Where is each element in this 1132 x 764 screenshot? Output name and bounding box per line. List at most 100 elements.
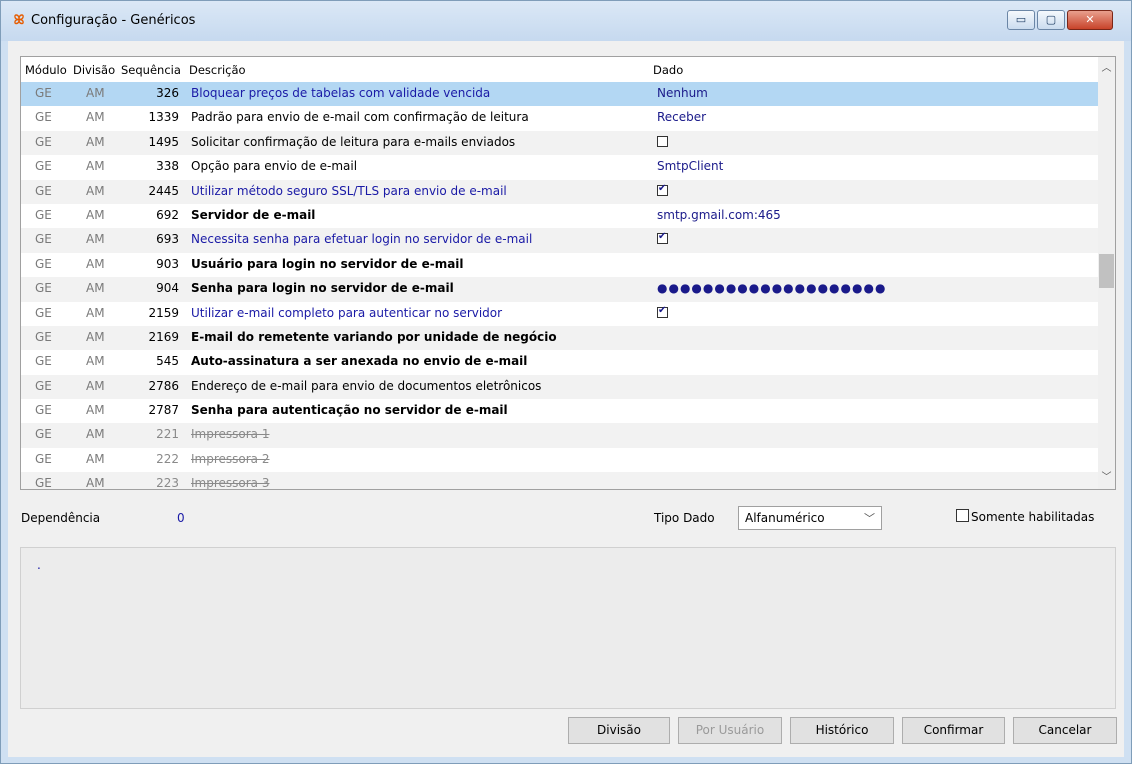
checked-checkbox-icon[interactable] [657,305,668,318]
minimize-button[interactable]: ▭ [1007,10,1035,30]
historico-button[interactable]: Histórico [790,717,894,744]
cell-descricao: Auto-assinatura a ser anexada no envio d… [191,354,528,369]
scroll-down-icon[interactable]: ﹀ [1098,469,1115,486]
app-icon: ꕤ [13,13,25,28]
memo-text: . [37,558,41,572]
cell-modulo: GE [35,232,52,247]
cell-sequencia: 693 [156,232,179,247]
cell-sequencia: 545 [156,354,179,369]
scroll-up-icon[interactable]: ︿ [1098,60,1115,77]
cell-sequencia: 1339 [148,110,179,125]
cell-descricao: Impressora 3 [191,476,270,490]
scroll-thumb[interactable] [1099,254,1114,288]
dependencia-label: Dependência [21,511,101,525]
header-divisao[interactable]: Divisão [73,63,115,77]
cell-divisao: AM [86,110,105,125]
cell-modulo: GE [35,451,52,466]
cell-sequencia: 1495 [148,134,179,149]
table-row[interactable]: GE AM 2787 Senha para autenticação no se… [21,399,1098,423]
checked-checkbox-icon[interactable] [657,183,668,196]
chevron-down-icon: ﹀ [864,512,875,525]
cell-modulo: GE [35,183,52,198]
cell-dado-checkbox[interactable] [657,231,668,246]
config-grid: Módulo Divisão Sequência Descrição Dado … [20,56,1116,490]
cell-dado[interactable]: smtp.gmail.com:465 [657,208,781,222]
cell-modulo: GE [35,329,52,344]
header-modulo[interactable]: Módulo [25,63,67,77]
cell-modulo: GE [35,354,52,369]
checked-checkbox-icon[interactable] [657,231,668,245]
table-row[interactable]: GE AM 338 Opção para envio de e-mail Smt… [21,155,1098,179]
cell-modulo: GE [35,134,52,149]
cell-sequencia: 2445 [148,183,179,198]
unchecked-checkbox-icon[interactable] [657,135,668,147]
cell-divisao: AM [86,232,105,247]
cell-divisao: AM [86,427,105,442]
somente-habilitadas-checkbox[interactable] [956,509,969,522]
close-button[interactable]: ✕ [1067,10,1113,30]
cell-modulo: GE [35,110,52,125]
table-row[interactable]: GE AM 904 Senha para login no servidor d… [21,277,1098,302]
cell-divisao: AM [86,256,105,271]
table-row[interactable]: GE AM 2786 Endereço de e-mail para envio… [21,374,1098,400]
grid-rows: GE AM 326 Bloquear preços de tabelas com… [21,82,1098,490]
cell-divisao: AM [86,329,105,344]
confirmar-button[interactable]: Confirmar [902,717,1005,744]
tipo-dado-label: Tipo Dado [654,511,715,525]
somente-habilitadas-label[interactable]: Somente habilitadas [971,510,1094,524]
cell-dado-checkbox[interactable] [657,305,668,320]
table-row[interactable]: GE AM 221 Impressora 1 [21,423,1098,448]
table-row[interactable]: GE AM 326 Bloquear preços de tabelas com… [21,82,1098,107]
cell-descricao: Senha para autenticação no servidor de e… [191,403,508,418]
table-row[interactable]: GE AM 2169 E-mail do remetente variando … [21,325,1098,351]
tipo-dado-select[interactable]: Alfanumérico ﹀ [738,506,882,530]
table-row[interactable]: GE AM 692 Servidor de e-mail smtp.gmail.… [21,204,1098,228]
table-row[interactable]: GE AM 1339 Padrão para envio de e-mail c… [21,106,1098,130]
cell-sequencia: 338 [156,159,179,174]
table-row[interactable]: GE AM 2445 Utilizar método seguro SSL/TL… [21,179,1098,204]
tipo-dado-value: Alfanumérico [745,511,825,525]
cell-divisao: AM [86,476,105,490]
cell-divisao: AM [86,354,105,369]
cell-descricao: Opção para envio de e-mail [191,159,358,174]
cell-dado-checkbox[interactable] [657,183,668,198]
cell-descricao: Necessita senha para efetuar login no se… [191,232,533,247]
maximize-button[interactable]: ▢ [1037,10,1065,30]
cell-modulo: GE [35,427,52,442]
cell-descricao: Utilizar método seguro SSL/TLS para envi… [191,183,507,198]
dependencia-value: 0 [177,511,185,525]
table-row[interactable]: GE AM 2159 Utilizar e-mail completo para… [21,302,1098,326]
table-row[interactable]: GE AM 1495 Solicitar confirmação de leit… [21,130,1098,156]
cell-dado-password[interactable]: ●●●●●●●●●●●●●●●●●●●● [657,281,886,295]
por-usuario-button[interactable]: Por Usuário [678,717,782,744]
cell-dado-checkbox[interactable] [657,135,668,149]
table-row[interactable]: GE AM 222 Impressora 2 [21,448,1098,472]
divisao-button[interactable]: Divisão [568,717,670,744]
table-row[interactable]: GE AM 693 Necessita senha para efetuar l… [21,228,1098,253]
cell-descricao: Bloquear preços de tabelas com validade … [191,86,491,100]
cell-sequencia: 2169 [148,329,179,344]
cell-modulo: GE [35,256,52,271]
cell-dado[interactable]: Nenhum [657,86,708,100]
table-row[interactable]: GE AM 223 Impressora 3 [21,472,1098,490]
config-window: ꕤ Configuração - Genéricos ▭ ▢ ✕ Módulo … [0,0,1132,764]
header-descricao[interactable]: Descrição [189,63,246,77]
grid-header: Módulo Divisão Sequência Descrição Dado [21,57,1098,82]
cell-dado[interactable]: SmtpClient [657,159,723,173]
cell-sequencia: 222 [156,451,179,466]
table-row[interactable]: GE AM 545 Auto-assinatura a ser anexada … [21,350,1098,374]
table-row[interactable]: GE AM 903 Usuário para login no servidor… [21,253,1098,277]
description-memo[interactable]: . [20,547,1116,709]
cell-divisao: AM [86,378,105,393]
header-sequencia[interactable]: Sequência [121,63,181,77]
cell-descricao: Senha para login no servidor de e-mail [191,281,454,296]
vertical-scrollbar[interactable]: ︿ ﹀ [1098,57,1115,489]
cell-descricao: Padrão para envio de e-mail com confirma… [191,110,529,125]
cell-sequencia: 221 [156,427,179,442]
cell-divisao: AM [86,183,105,198]
header-dado[interactable]: Dado [653,63,683,77]
cell-dado[interactable]: Receber [657,110,706,124]
cell-descricao: E-mail do remetente variando por unidade… [191,329,557,344]
cancelar-button[interactable]: Cancelar [1013,717,1117,744]
cell-descricao: Endereço de e-mail para envio de documen… [191,378,542,393]
